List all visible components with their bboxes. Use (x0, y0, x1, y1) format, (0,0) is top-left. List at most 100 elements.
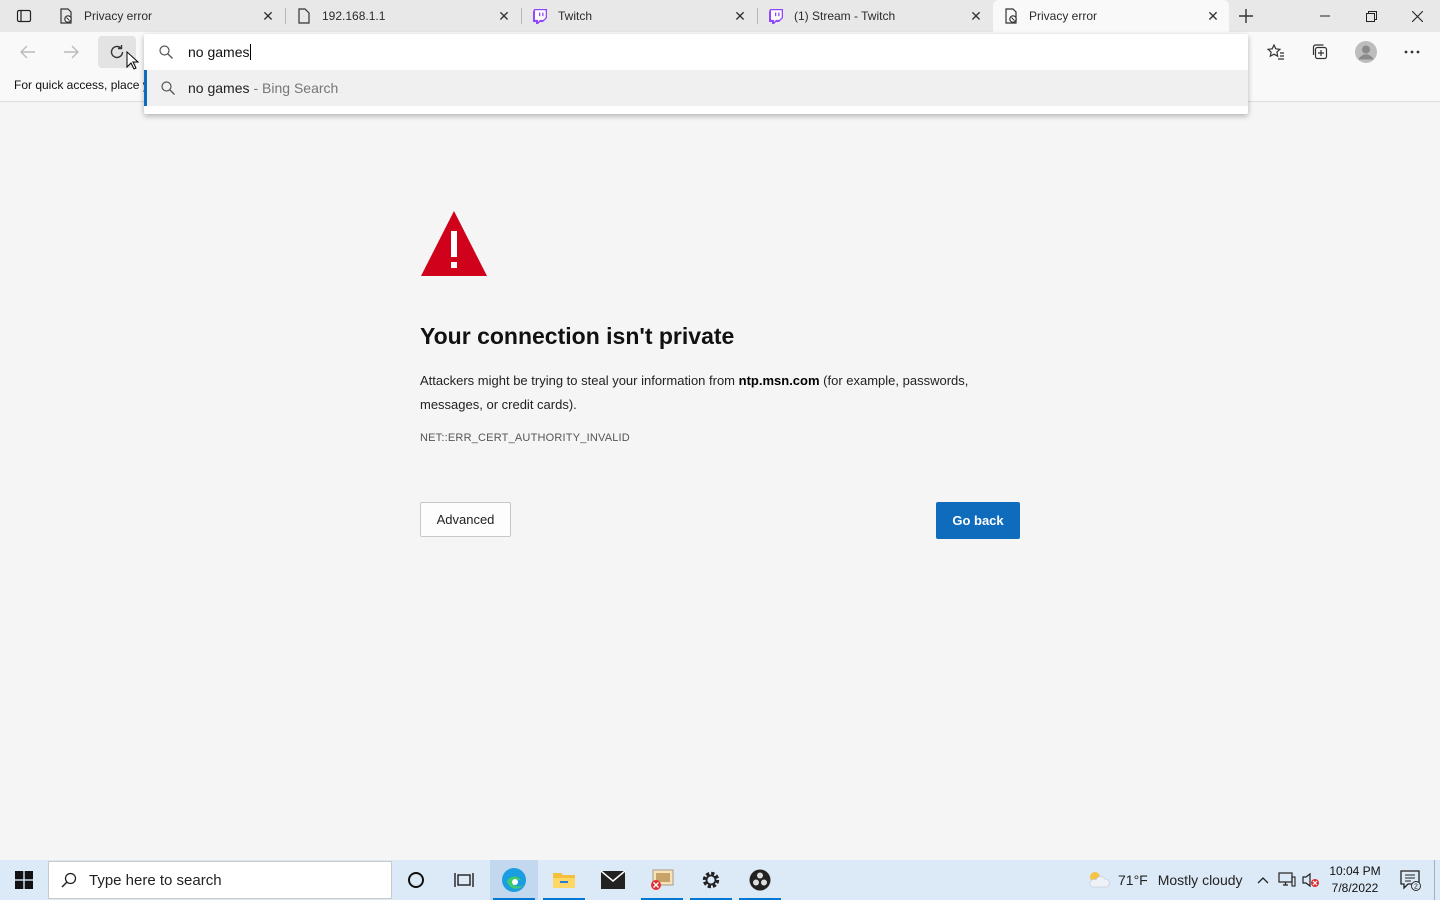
plus-icon (1239, 9, 1253, 23)
new-tab-button[interactable] (1233, 4, 1259, 28)
weather-widget[interactable]: 71°F Mostly cloudy (1086, 860, 1243, 900)
tab-close-icon[interactable]: ✕ (1203, 6, 1223, 26)
collections-button[interactable] (1304, 36, 1336, 68)
edge-browser-icon (502, 868, 526, 892)
taskbar-app-obs[interactable] (736, 860, 784, 900)
notification-count: 2 (1414, 884, 1418, 891)
cortana-circle-icon (408, 872, 424, 888)
clock-time: 10:04 PM (1329, 864, 1381, 878)
gear-icon (702, 871, 720, 889)
folder-icon (553, 873, 575, 888)
taskbar-app-settings[interactable] (687, 860, 735, 900)
chevron-up-icon (1257, 877, 1269, 884)
tab-close-icon[interactable]: ✕ (966, 6, 986, 26)
partly-cloudy-icon (1089, 872, 1110, 888)
tab-close-icon[interactable]: ✕ (730, 6, 750, 26)
restore-icon (1365, 10, 1377, 22)
address-bar-dropdown: no games no games - Bing Search (144, 34, 1248, 114)
network-error-app-icon (651, 869, 674, 890)
error-description-start: Attackers might be trying to steal your … (420, 373, 739, 388)
profile-button[interactable] (1350, 36, 1382, 68)
taskbar-app-network-tool[interactable] (638, 860, 686, 900)
warning-triangle-icon (421, 211, 487, 276)
suggestion-source: - Bing Search (253, 80, 339, 96)
tab-title: 192.168.1.1 (322, 9, 386, 23)
network-icon (1278, 872, 1296, 887)
tab-strip: Privacy error ✕ 192.168.1.1 ✕ Twitch ✕ (… (0, 0, 1440, 32)
tab-title: (1) Stream - Twitch (794, 9, 896, 23)
search-icon (49, 872, 89, 888)
restore-button[interactable] (1348, 0, 1394, 32)
close-icon (1411, 10, 1423, 22)
taskbar-app-edge[interactable] (490, 860, 538, 900)
settings-more-button[interactable] (1396, 36, 1428, 68)
volume-muted-icon (1302, 872, 1319, 888)
task-view-icon (454, 873, 474, 887)
clock-date: 7/8/2022 (1331, 881, 1379, 895)
tab-privacy-error-active[interactable]: Privacy error ✕ (993, 0, 1229, 32)
favorites-star-icon (1267, 44, 1284, 60)
obs-icon (749, 869, 771, 891)
tab-twitch[interactable]: Twitch ✕ (522, 0, 756, 32)
notification-icon: 2 (1400, 870, 1421, 891)
refresh-icon (110, 45, 124, 59)
twitch-icon (532, 8, 548, 24)
search-icon (147, 81, 188, 95)
volume-tray-button[interactable] (1299, 860, 1323, 900)
back-arrow-icon (20, 45, 35, 59)
address-bar-input[interactable]: no games (188, 44, 249, 60)
tab-title: Twitch (558, 9, 593, 23)
action-center-button[interactable]: 2 (1394, 860, 1428, 900)
error-page-icon (58, 8, 74, 24)
show-desktop-button[interactable] (1434, 860, 1440, 900)
advanced-button[interactable]: Advanced (420, 502, 511, 537)
mouse-cursor-icon (126, 51, 140, 70)
favorites-button[interactable] (1260, 36, 1292, 68)
text-caret (250, 44, 252, 60)
windows-logo-icon (15, 871, 33, 889)
tab-actions-icon (16, 9, 32, 23)
collections-icon (1312, 44, 1328, 60)
minimize-button[interactable] (1302, 0, 1348, 32)
error-code: NET::ERR_CERT_AUTHORITY_INVALID (420, 432, 630, 444)
tab-title: Privacy error (84, 9, 153, 23)
suggestion-query: no games (188, 80, 250, 96)
avatar-icon (1355, 41, 1377, 63)
weather-description: Mostly cloudy (1157, 872, 1243, 888)
taskbar-app-file-explorer[interactable] (540, 860, 588, 900)
network-tray-button[interactable] (1275, 860, 1299, 900)
start-button[interactable] (0, 860, 48, 900)
taskbar-search[interactable]: Type here to search (48, 861, 392, 899)
minimize-icon (1320, 15, 1330, 17)
tab-close-icon[interactable]: ✕ (494, 6, 514, 26)
address-bar[interactable]: no games (144, 34, 1248, 70)
tab-privacy-error-1[interactable]: Privacy error ✕ (48, 0, 284, 32)
cortana-button[interactable] (392, 860, 440, 900)
twitch-icon (768, 8, 784, 24)
search-icon (144, 45, 188, 59)
weather-temperature: 71°F (1118, 872, 1148, 888)
go-back-button[interactable]: Go back (936, 502, 1020, 539)
back-button[interactable] (12, 36, 44, 68)
taskbar: Type here to search 71°F Mostly cloudy 1… (0, 860, 1440, 900)
mail-envelope-icon (601, 871, 625, 889)
search-suggestion-item[interactable]: no games - Bing Search (144, 70, 1248, 106)
tab-192-168-1-1[interactable]: 192.168.1.1 ✕ (286, 0, 520, 32)
tab-actions-menu-button[interactable] (8, 4, 40, 28)
close-window-button[interactable] (1394, 0, 1440, 32)
system-clock[interactable]: 10:04 PM 7/8/2022 (1322, 863, 1388, 897)
favorites-bar-hint: For quick access, place y (14, 78, 149, 92)
task-view-button[interactable] (440, 860, 488, 900)
tab-stream-twitch[interactable]: (1) Stream - Twitch ✕ (758, 0, 992, 32)
forward-button[interactable] (55, 36, 87, 68)
show-hidden-icons-button[interactable] (1251, 860, 1275, 900)
more-horizontal-icon (1404, 50, 1420, 54)
error-page-icon (1003, 8, 1019, 24)
taskbar-app-mail[interactable] (589, 860, 637, 900)
taskbar-search-placeholder: Type here to search (89, 871, 222, 889)
error-page: Your connection isn't private Attackers … (0, 103, 1440, 860)
error-description: Attackers might be trying to steal your … (420, 369, 1030, 417)
tab-title: Privacy error (1029, 9, 1098, 23)
error-host: ntp.msn.com (738, 373, 820, 388)
tab-close-icon[interactable]: ✕ (258, 6, 278, 26)
